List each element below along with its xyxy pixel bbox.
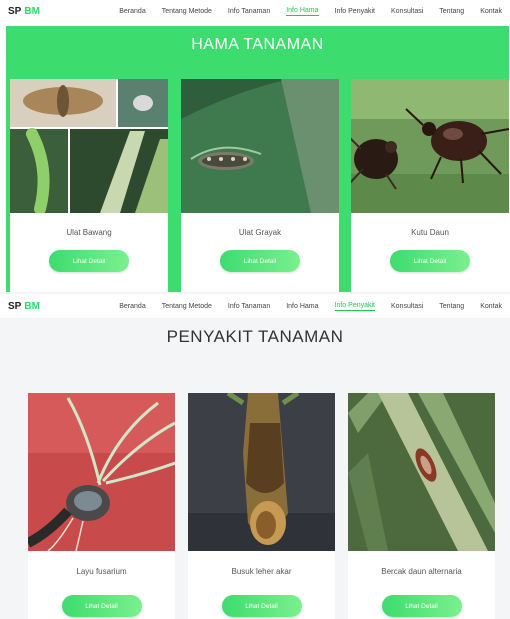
nav-tentang[interactable]: Tentang [439, 8, 464, 15]
brand-sp: SP [8, 5, 22, 17]
navbar: SP BM Beranda Tentang Metode Info Tanama… [0, 294, 510, 318]
brand-bm: BM [24, 5, 40, 17]
detail-button[interactable]: Lihat Detail [49, 250, 129, 272]
nav-info-penyakit[interactable]: Info Penyakit [335, 8, 375, 15]
nav-info-hama[interactable]: Info Hama [286, 303, 318, 310]
disease-image [28, 393, 175, 551]
brand-logo[interactable]: SP BM [8, 301, 40, 312]
detail-button[interactable]: Lihat Detail [390, 250, 470, 272]
pest-card: Ulat Bawang Lihat Detail [10, 79, 168, 292]
nav-info-tanaman[interactable]: Info Tanaman [228, 8, 270, 15]
pest-image [10, 79, 168, 213]
nav-tentang[interactable]: Tentang [439, 303, 464, 310]
disease-card: Layu fusarium Lihat Detail [28, 393, 175, 619]
disease-image [348, 393, 495, 551]
pest-image [351, 79, 509, 213]
hama-section: HAMA TANAMAN Ulat Bawang Lihat Detail Ul… [6, 26, 509, 292]
nav-info-hama[interactable]: Info Hama [286, 7, 319, 16]
hama-page: SP BM Beranda Tentang Metode Info Tanama… [0, 0, 510, 292]
disease-name: Layu fusarium [76, 567, 127, 576]
disease-card: Busuk leher akar Lihat Detail [188, 393, 335, 619]
brand-logo[interactable]: SP BM [8, 6, 40, 17]
nav-kontak[interactable]: Kontak [480, 8, 502, 15]
detail-button[interactable]: Lihat Detail [381, 595, 462, 617]
disease-card: Bercak daun alternaria Lihat Detail [348, 393, 495, 619]
pest-name: Ulat Grayak [238, 228, 282, 237]
nav-konsultasi[interactable]: Konsultasi [391, 8, 423, 15]
brand-sp: SP [8, 300, 22, 312]
pest-name: Kutu Daun [411, 228, 449, 237]
nav-info-penyakit[interactable]: Info Penyakit [334, 302, 375, 311]
penyakit-page: SP BM Beranda Tentang Metode Info Tanama… [0, 292, 510, 619]
detail-button[interactable]: Lihat Detail [221, 595, 302, 617]
nav-beranda[interactable]: Beranda [119, 303, 145, 310]
detail-button[interactable]: Lihat Detail [220, 250, 300, 272]
navbar: SP BM Beranda Tentang Metode Info Tanama… [0, 0, 510, 22]
pest-name: Ulat Bawang [66, 228, 112, 237]
disease-name: Bercak daun alternaria [381, 567, 462, 576]
nav-menu: Beranda Tentang Metode Info Tanaman Info… [103, 302, 502, 311]
detail-button[interactable]: Lihat Detail [61, 595, 142, 617]
nav-beranda[interactable]: Beranda [119, 8, 145, 15]
nav-tentang-metode[interactable]: Tentang Metode [162, 303, 212, 310]
nav-kontak[interactable]: Kontak [480, 303, 502, 310]
section-title: PENYAKIT TANAMAN [166, 327, 344, 346]
pest-card: Ulat Grayak Lihat Detail [181, 79, 339, 292]
nav-tentang-metode[interactable]: Tentang Metode [162, 8, 212, 15]
disease-image [188, 393, 335, 551]
nav-konsultasi[interactable]: Konsultasi [391, 303, 423, 310]
nav-info-tanaman[interactable]: Info Tanaman [228, 303, 270, 310]
pest-card: Kutu Daun Lihat Detail [351, 79, 509, 292]
disease-name: Busuk leher akar [231, 567, 292, 576]
brand-bm: BM [24, 300, 40, 312]
section-title: HAMA TANAMAN [191, 36, 324, 53]
nav-menu: Beranda Tentang Metode Info Tanaman Info… [103, 7, 502, 16]
pest-image [181, 79, 339, 213]
